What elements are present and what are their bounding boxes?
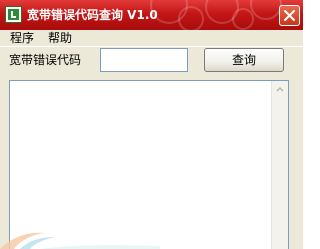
menu-program[interactable]: 程序: [10, 30, 34, 46]
title-bar[interactable]: 宽带错误代码查询 V1.0: [0, 0, 303, 30]
close-icon: [284, 10, 295, 21]
window-title: 宽带错误代码查询 V1.0: [27, 8, 158, 22]
app-window: 宽带错误代码查询 V1.0 程序 帮助 宽带错误代码 查询: [0, 0, 303, 249]
menu-help[interactable]: 帮助: [48, 30, 72, 46]
vertical-scrollbar[interactable]: [271, 81, 288, 249]
scroll-up-button[interactable]: [272, 81, 288, 98]
query-button[interactable]: 查询: [204, 48, 284, 72]
result-textarea[interactable]: [9, 80, 289, 249]
app-icon: [5, 6, 22, 23]
titlebar-swirl-decoration: [232, 8, 254, 30]
titlebar-swirl-decoration: [178, 6, 204, 30]
error-code-input[interactable]: [100, 48, 188, 72]
error-code-label: 宽带错误代码: [9, 53, 82, 67]
titlebar-swirl-decoration: [250, 0, 282, 20]
menu-bar: 程序 帮助: [0, 30, 303, 46]
close-button[interactable]: [279, 5, 300, 26]
scroll-up-arrow-icon: [276, 86, 284, 92]
menu-divider: [0, 46, 303, 47]
